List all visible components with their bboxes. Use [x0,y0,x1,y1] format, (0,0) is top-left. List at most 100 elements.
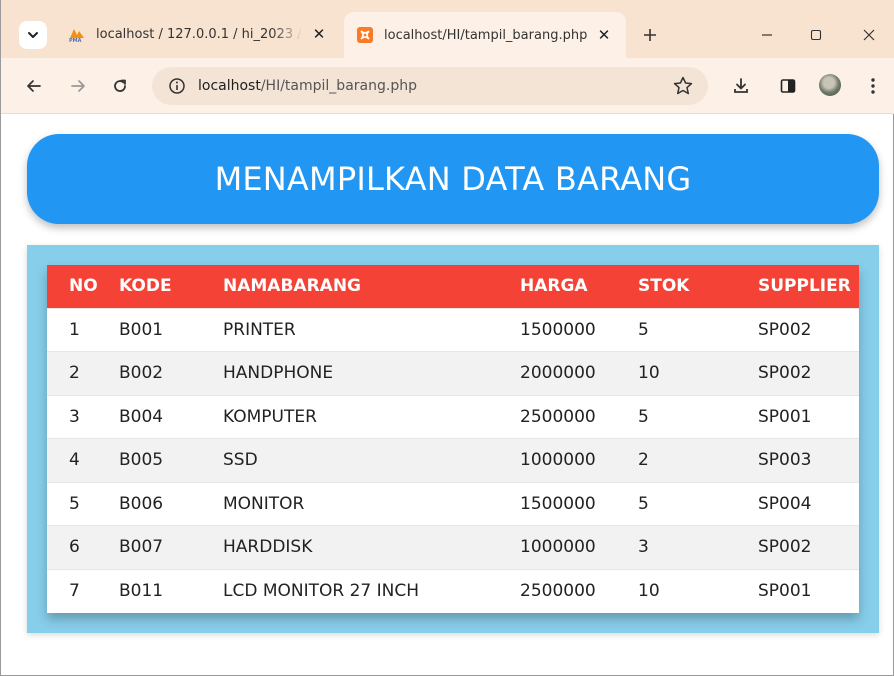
cell-kode: B011 [119,581,164,601]
cell-stok: 10 [638,363,660,384]
cell-stok: 5 [638,319,649,340]
column-header-namabarang: NAMABARANG [223,276,362,297]
cell-harga: 2000000 [520,363,596,384]
column-header-no: NO [69,276,98,297]
cell-supplier: SP001 [758,406,812,427]
back-button[interactable] [21,73,47,99]
cell-supplier: SP003 [758,450,812,471]
tab-close-icon[interactable]: ✕ [594,25,614,45]
cell-stok: 2 [638,450,649,471]
cell-namabarang: HANDPHONE [223,363,334,384]
close-icon [863,29,875,41]
arrow-right-icon [71,80,85,92]
url-text[interactable]: localhost/HI/tampil_barang.php [198,78,417,94]
maximize-button[interactable] [801,22,831,48]
cell-kode: B005 [119,450,164,471]
cell-namabarang: PRINTER [223,319,296,340]
cell-stok: 10 [638,581,660,601]
page-content: MENAMPILKAN DATA BARANG NO KODE NAMABARA… [1,114,894,676]
cell-kode: B006 [119,493,164,514]
cell-namabarang: SSD [223,450,258,471]
download-button[interactable] [728,73,754,99]
tab-title: localhost / 127.0.0.1 / hi_2023 / [96,26,302,42]
download-icon [734,78,748,93]
cell-namabarang: MONITOR [223,493,305,514]
reload-icon [114,79,126,92]
tab-search-button[interactable] [19,21,47,49]
cell-kode: B001 [119,319,164,340]
star-icon[interactable] [672,75,694,97]
cell-no: 6 [69,537,80,558]
cell-stok: 5 [638,406,649,427]
menu-button[interactable] [860,73,886,99]
cell-harga: 1000000 [520,450,596,471]
side-panel-button[interactable] [775,73,801,99]
cell-harga: 1000000 [520,537,596,558]
xampp-favicon-icon [357,27,373,43]
arrow-left-icon [27,80,41,92]
cell-no: 1 [69,319,80,340]
plus-icon [644,29,656,41]
reload-button[interactable] [107,73,133,99]
tab-phpmyadmin[interactable]: PMA localhost / 127.0.0.1 / hi_2023 / ✕ [56,12,341,56]
table-row: 6 B007 HARDDISK 1000000 3 SP002 [47,525,859,569]
side-panel-icon [780,79,796,93]
page-header: MENAMPILKAN DATA BARANG [27,134,879,224]
browser-window: PMA localhost / 127.0.0.1 / hi_2023 / ✕ … [0,0,894,676]
column-header-stok: STOK [638,276,690,297]
cell-harga: 2500000 [520,406,596,427]
maximize-icon [810,29,822,41]
table-container: NO KODE NAMABARANG HARGA STOK SUPPLIER 1… [27,245,879,633]
address-bar[interactable]: localhost/HI/tampil_barang.php [152,67,708,105]
browser-toolbar: localhost/HI/tampil_barang.php [1,58,894,114]
cell-supplier: SP002 [758,363,812,384]
minimize-button[interactable] [752,22,782,48]
page-title: MENAMPILKAN DATA BARANG [214,160,692,198]
cell-namabarang: KOMPUTER [223,406,317,427]
tab-close-icon[interactable]: ✕ [309,24,329,44]
chevron-down-icon [28,32,38,38]
kebab-menu-icon [871,78,875,94]
cell-harga: 2500000 [520,581,596,601]
profile-avatar[interactable] [819,74,841,96]
new-tab-button[interactable] [637,22,663,48]
cell-no: 2 [69,363,80,384]
table-row: 2 B002 HANDPHONE 2000000 10 SP002 [47,351,859,395]
tab-tampil-barang[interactable]: localhost/HI/tampil_barang.php ✕ [344,12,626,58]
phpmyadmin-favicon-icon: PMA [69,29,84,43]
cell-kode: B002 [119,363,164,384]
minimize-icon [762,34,772,36]
cell-harga: 1500000 [520,493,596,514]
cell-namabarang: LCD MONITOR 27 INCH [223,581,420,601]
cell-no: 3 [69,406,80,427]
url-host: localhost [198,78,261,94]
tab-title: localhost/HI/tampil_barang.php [384,27,588,43]
cell-no: 7 [69,581,80,601]
svg-text:PMA: PMA [69,38,82,43]
cell-kode: B007 [119,537,164,558]
table-row: 4 B005 SSD 1000000 2 SP003 [47,438,859,482]
table-header-row: NO KODE NAMABARANG HARGA STOK SUPPLIER [47,265,859,308]
cell-namabarang: HARDDISK [223,537,313,558]
data-barang-table: NO KODE NAMABARANG HARGA STOK SUPPLIER 1… [47,265,859,613]
table-row: 1 B001 PRINTER 1500000 5 SP002 [47,308,859,352]
column-header-harga: HARGA [520,276,588,297]
cell-supplier: SP002 [758,319,812,340]
cell-kode: B004 [119,406,164,427]
url-path: /HI/tampil_barang.php [260,78,417,94]
column-header-kode: KODE [119,276,172,297]
table-row: 7 B011 LCD MONITOR 27 INCH 2500000 10 SP… [47,569,859,613]
table-row: 5 B006 MONITOR 1500000 5 SP004 [47,482,859,526]
cell-supplier: SP001 [758,581,812,601]
close-window-button[interactable] [854,22,884,48]
cell-stok: 3 [638,537,649,558]
cell-no: 5 [69,493,80,514]
cell-supplier: SP004 [758,493,812,514]
tab-strip: PMA localhost / 127.0.0.1 / hi_2023 / ✕ … [1,0,894,66]
table-row: 3 B004 KOMPUTER 2500000 5 SP001 [47,395,859,439]
info-icon[interactable] [168,77,186,95]
cell-no: 4 [69,450,80,471]
forward-button[interactable] [65,73,91,99]
cell-stok: 5 [638,493,649,514]
cell-harga: 1500000 [520,319,596,340]
